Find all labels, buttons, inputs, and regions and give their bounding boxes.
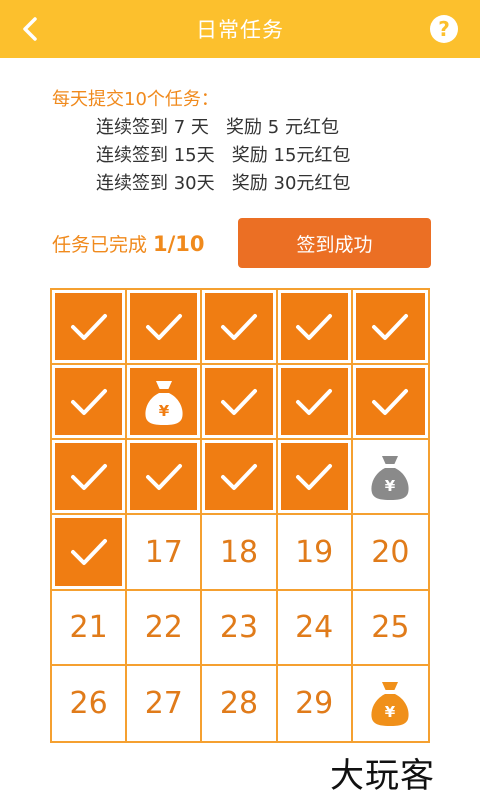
money-bag-icon: ¥: [371, 455, 409, 500]
day-number: 22: [144, 609, 183, 645]
day-number: 17: [144, 534, 183, 570]
checked-fill: [130, 293, 198, 361]
help-icon[interactable]: ?: [430, 15, 458, 43]
watermark: 大玩客: [330, 756, 435, 796]
check-icon: [220, 313, 257, 340]
calendar-cell-checked[interactable]: [277, 365, 353, 441]
calendar-cell-day[interactable]: 21: [52, 590, 128, 666]
calendar-cell-checked[interactable]: [52, 440, 128, 516]
calendar-cell-day[interactable]: 17: [127, 515, 203, 591]
calendar-cell-checked[interactable]: [52, 515, 128, 591]
rule-row: 连续签到 30天 奖励 30元红包: [96, 173, 351, 194]
calendar-cell-checked[interactable]: [52, 365, 128, 441]
money-bag-icon: ¥: [371, 682, 409, 727]
calendar-cell-checked[interactable]: [277, 290, 353, 366]
calendar-cell-day[interactable]: 29: [278, 665, 353, 741]
progress-label: 任务已完成: [52, 234, 148, 256]
checked-fill: [205, 368, 273, 436]
money-bag-icon: ¥: [145, 380, 183, 425]
calendar-cell-day[interactable]: 19: [277, 515, 353, 591]
check-icon: [296, 313, 333, 340]
back-button[interactable]: [14, 13, 46, 45]
checked-fill: [130, 443, 198, 511]
calendar-cell-checked[interactable]: ¥: [127, 365, 203, 441]
day-number: 25: [371, 609, 410, 645]
check-icon: [70, 463, 107, 490]
calendar-cell-reward[interactable]: ¥: [352, 440, 428, 516]
check-icon: [372, 388, 409, 415]
check-icon: [70, 388, 107, 415]
day-number: 18: [219, 534, 259, 570]
check-icon: [372, 313, 409, 340]
check-icon: [70, 539, 107, 566]
checked-fill: [55, 368, 123, 436]
task-progress: 任务已完成 1/10: [52, 228, 205, 260]
calendar-cell-day[interactable]: 22: [127, 590, 203, 666]
calendar-cell-day[interactable]: 26: [52, 665, 128, 741]
checked-fill: [280, 443, 348, 511]
calendar-cell-day[interactable]: 24: [277, 590, 353, 666]
progress-count: 1/10: [153, 232, 205, 256]
check-icon: [145, 313, 182, 340]
check-icon: [220, 388, 257, 415]
svg-text:¥: ¥: [385, 703, 396, 721]
calendar-cell-day[interactable]: 27: [127, 665, 203, 741]
checked-fill: [280, 368, 348, 436]
checked-fill: ¥: [130, 368, 198, 436]
header-bar: 日常任务 ?: [0, 0, 480, 58]
day-number: 21: [69, 609, 108, 645]
checked-fill: [55, 293, 123, 361]
calendar-cell-checked[interactable]: [127, 290, 203, 366]
day-number: 19: [295, 534, 334, 570]
check-icon: [296, 388, 333, 415]
day-number: 28: [219, 685, 259, 721]
checked-fill: [55, 518, 123, 586]
calendar-cell-checked[interactable]: [352, 365, 428, 441]
check-icon: [220, 463, 257, 490]
chevron-left-icon: [23, 17, 37, 41]
signin-button[interactable]: 签到成功: [238, 218, 431, 268]
day-number: 23: [219, 609, 259, 645]
checked-fill: [55, 443, 123, 511]
calendar-cell-checked[interactable]: [202, 440, 278, 516]
checked-fill: [355, 368, 425, 436]
page-title: 日常任务: [196, 18, 284, 42]
checked-fill: [205, 443, 273, 511]
day-number: 27: [144, 685, 183, 721]
check-icon: [296, 463, 333, 490]
checked-fill: [280, 293, 348, 361]
calendar-cell-reward[interactable]: ¥: [353, 666, 428, 741]
calendar-cell-checked[interactable]: [277, 440, 353, 516]
calendar-cell-day[interactable]: 23: [202, 590, 278, 666]
day-number: 24: [295, 609, 334, 645]
svg-text:¥: ¥: [385, 477, 396, 495]
check-icon: [145, 463, 182, 490]
calendar-cell-checked[interactable]: [202, 365, 278, 441]
rule-row: 连续签到 15天 奖励 15元红包: [96, 145, 351, 166]
day-number: 20: [371, 534, 410, 570]
rules-heading: 每天提交10个任务：: [52, 89, 219, 110]
calendar-cell-checked[interactable]: [52, 290, 128, 366]
calendar-cell-checked[interactable]: [202, 290, 278, 366]
calendar-cell-day[interactable]: 28: [202, 665, 278, 741]
rule-row: 连续签到 7 天 奖励 5 元红包: [96, 117, 339, 138]
checked-fill: [355, 293, 425, 361]
calendar-cell-checked[interactable]: [352, 290, 428, 366]
calendar-cell-day[interactable]: 25: [352, 591, 428, 666]
check-icon: [70, 313, 107, 340]
calendar-cell-checked[interactable]: [127, 440, 203, 516]
checkin-calendar: ¥ ¥17 18 19 20 21 22 23 24 25 26 27 28 29 ¥: [50, 288, 430, 743]
calendar-cell-day[interactable]: 20: [352, 515, 428, 591]
day-number: 29: [295, 685, 334, 721]
checked-fill: [205, 293, 273, 361]
svg-text:¥: ¥: [159, 402, 170, 420]
day-number: 26: [69, 685, 108, 721]
rules-panel: 每天提交10个任务： 连续签到 7 天 奖励 5 元红包 连续签到 15天 奖励…: [52, 86, 350, 198]
calendar-cell-day[interactable]: 18: [202, 515, 278, 591]
